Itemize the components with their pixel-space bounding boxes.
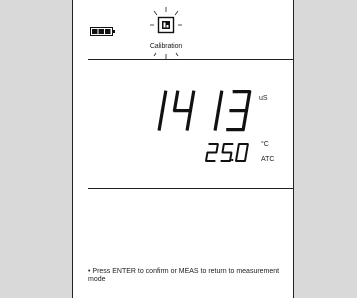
digit-0 xyxy=(157,90,168,131)
calibration-icon xyxy=(150,7,182,59)
left-background xyxy=(0,0,72,298)
temperature-unit: °C xyxy=(261,141,269,148)
digit-1 xyxy=(220,143,234,162)
bottom-divider xyxy=(88,188,293,189)
atc-indicator: ATC xyxy=(261,156,275,163)
display-left-edge xyxy=(72,0,73,298)
mode-label: Calibration xyxy=(149,43,183,50)
digit-1 xyxy=(172,90,196,131)
battery-full-icon xyxy=(90,27,115,36)
digit-2 xyxy=(213,90,224,131)
decimal-point xyxy=(231,159,234,161)
secondary-reading xyxy=(204,143,249,162)
digit-2 xyxy=(234,143,249,162)
digit-0 xyxy=(204,143,219,162)
primary-reading xyxy=(157,90,252,132)
digit-3 xyxy=(226,90,252,132)
right-background xyxy=(293,0,357,298)
primary-unit: uS xyxy=(259,95,268,102)
display-right-edge xyxy=(293,0,294,298)
instruction-text: • Press ENTER to confirm or MEAS to retu… xyxy=(88,268,280,283)
top-divider xyxy=(88,59,293,60)
